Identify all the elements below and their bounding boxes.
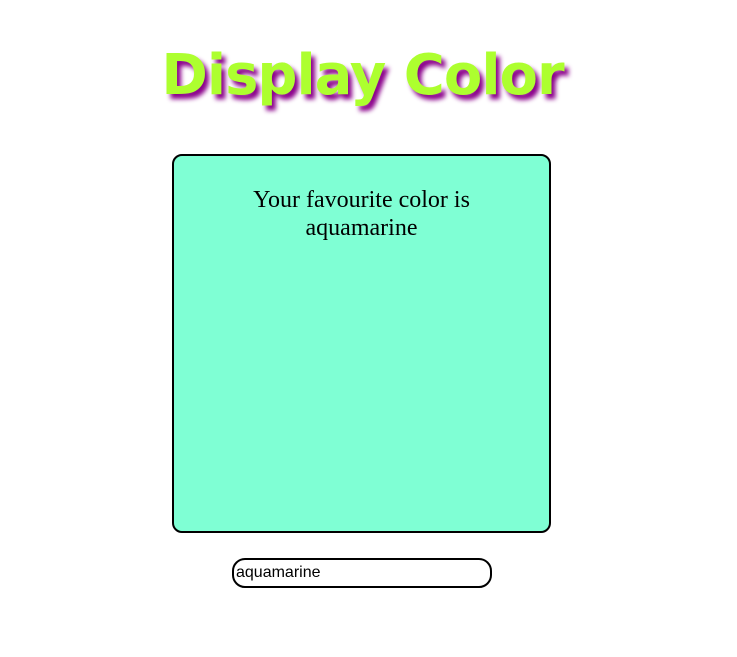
color-name: aquamarine bbox=[305, 215, 418, 241]
page: Display Color Your favourite color is aq… bbox=[0, 0, 737, 657]
message-prefix: Your favourite color is bbox=[253, 187, 470, 213]
page-title: Display Color bbox=[161, 43, 564, 108]
color-display-box: Your favourite color is aquamarine bbox=[172, 154, 551, 533]
favourite-color-message: Your favourite color is aquamarine bbox=[234, 186, 489, 242]
color-input[interactable] bbox=[232, 558, 492, 588]
